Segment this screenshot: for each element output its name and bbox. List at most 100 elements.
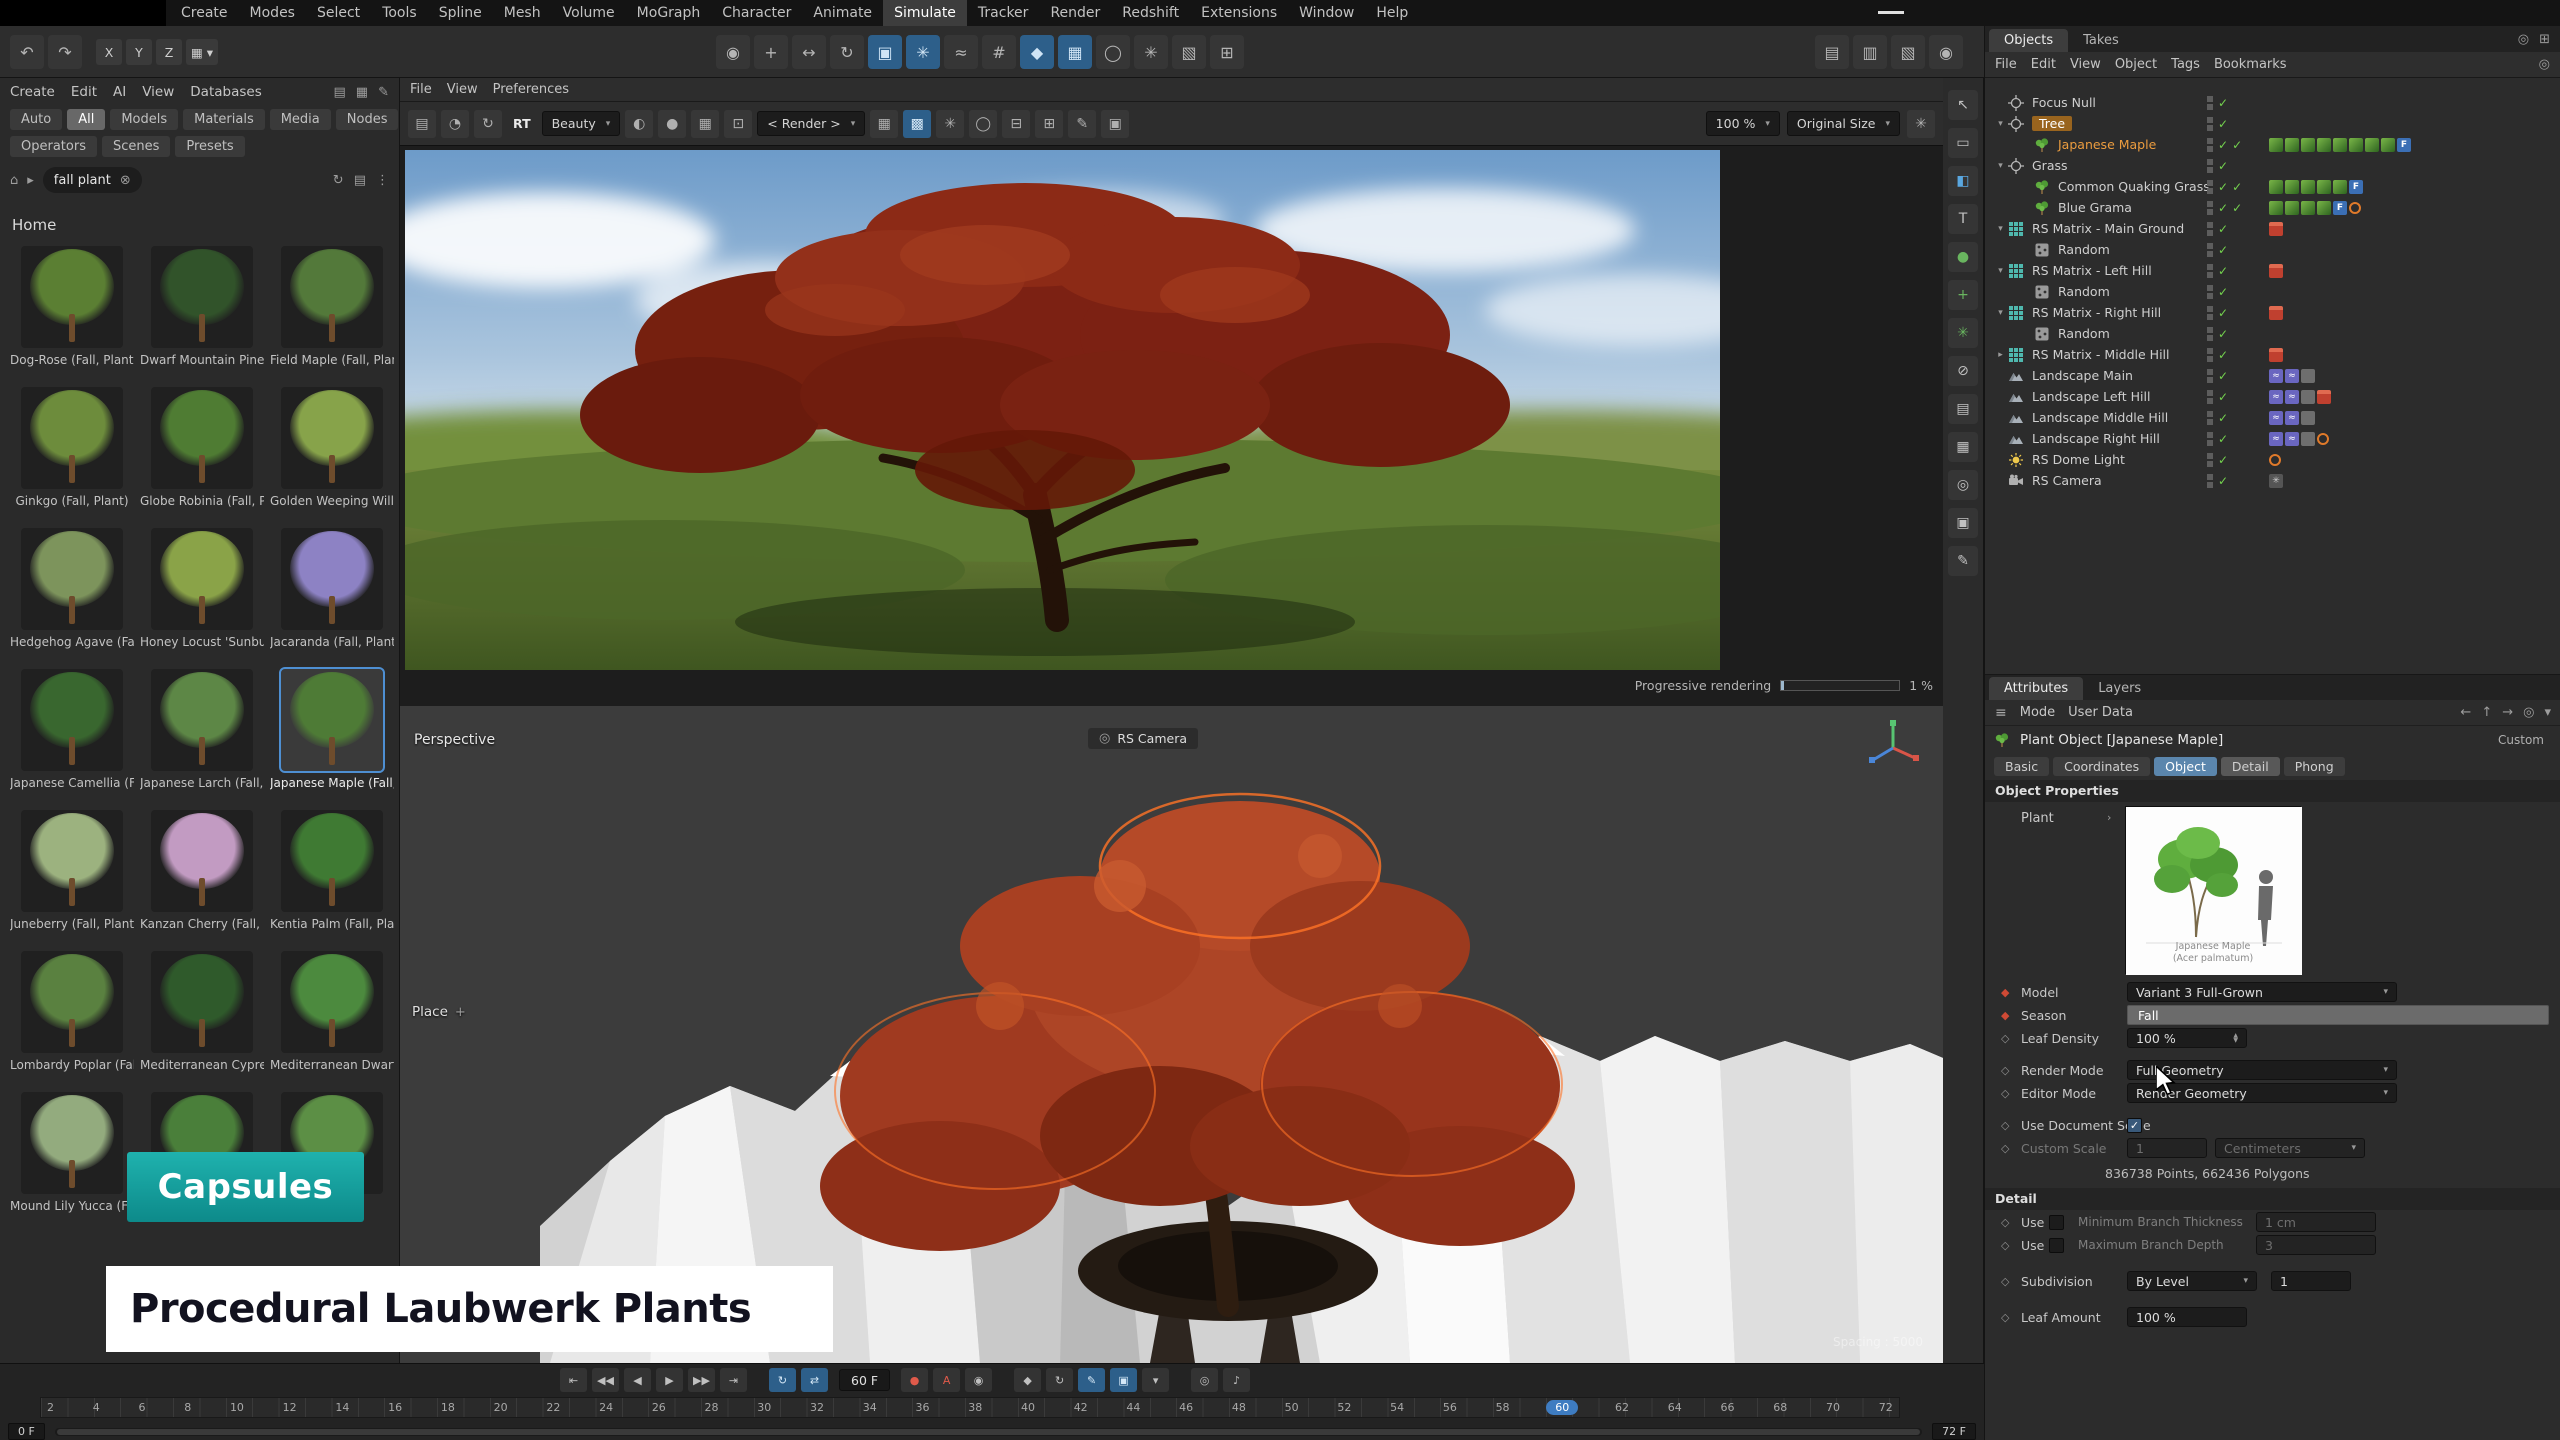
goto-end-button[interactable]: ⇥ (720, 1368, 747, 1392)
view-icon[interactable]: ▣ (1948, 508, 1978, 538)
menu-help[interactable]: Help (1365, 0, 1419, 26)
checker-icon[interactable]: ▩ (903, 110, 931, 138)
ring-tag-icon[interactable] (2317, 433, 2329, 445)
render-settings-icon[interactable]: ✳ (1907, 110, 1935, 138)
grid-icon[interactable]: ▦ (1948, 432, 1978, 462)
rotation-key-button[interactable]: ↻ (1046, 1368, 1073, 1392)
wave-tag-icon[interactable]: ≈ (2269, 390, 2283, 404)
wave-tag-icon[interactable]: ≈ (2269, 432, 2283, 446)
attr-search-icon[interactable]: ◎ (2523, 705, 2534, 720)
object-row[interactable]: ▾RS Matrix - Main Ground✓ (1985, 218, 2560, 239)
dot-tag-icon[interactable] (2301, 411, 2315, 425)
render-menu-file[interactable]: File (410, 82, 432, 97)
cube-tag-icon[interactable] (2269, 264, 2283, 278)
sphere-icon[interactable]: ● (1948, 242, 1978, 272)
frame-tick-56[interactable]: 56 (1441, 1401, 1459, 1414)
custom-button[interactable]: Custom (2498, 733, 2552, 747)
annotate-icon[interactable]: ✎ (1068, 110, 1096, 138)
redo-icon[interactable]: ↷ (48, 35, 82, 69)
lens-icon[interactable]: ◯ (969, 110, 997, 138)
pencil-icon[interactable]: ✎ (1948, 546, 1978, 576)
frame-tick-32[interactable]: 32 (808, 1401, 826, 1414)
asset-thumbnail[interactable] (151, 951, 253, 1053)
enable-check-icon[interactable]: ✓ (2218, 285, 2228, 299)
filter-scenes[interactable]: Scenes (102, 136, 170, 157)
size-dropdown[interactable]: Original Size ▾ (1787, 111, 1900, 136)
snapshot-icon[interactable]: ▣ (1101, 110, 1129, 138)
filter-auto[interactable]: Auto (10, 109, 62, 130)
filter-media[interactable]: Media (270, 109, 331, 130)
color-picker-icon[interactable]: ● (658, 110, 686, 138)
home-icon[interactable]: ⌂ (10, 173, 18, 188)
expand-icon[interactable]: ⊞ (1035, 110, 1063, 138)
asset-item[interactable]: Hedgehog Agave (Fall... (10, 528, 134, 651)
object-label[interactable]: Random (2058, 284, 2110, 299)
marquee-icon[interactable]: ▭ (1948, 128, 1978, 158)
asset-thumbnail[interactable] (21, 387, 123, 489)
menu-redshift[interactable]: Redshift (1111, 0, 1190, 26)
expand-arrow-icon[interactable]: ▾ (1993, 308, 2008, 318)
mode-button[interactable]: Mode (2020, 705, 2055, 720)
object-row[interactable]: ▾Tree✓ (1985, 113, 2560, 134)
object-label[interactable]: RS Matrix - Left Hill (2032, 263, 2152, 278)
frame-tick-66[interactable]: 66 (1719, 1401, 1737, 1414)
object-row[interactable]: Landscape Main✓≈≈ (1985, 365, 2560, 386)
wave-tag-icon[interactable]: ≈ (2285, 390, 2299, 404)
asset-item[interactable]: Lombardy Poplar (Fall... (10, 951, 134, 1074)
tab-coordinates[interactable]: Coordinates (2053, 757, 2150, 776)
layer-dots-icon[interactable] (2207, 305, 2214, 321)
keyframe-diamond-icon[interactable]: ◇ (2001, 1087, 2021, 1100)
tex-tag-icon[interactable] (2317, 180, 2331, 194)
renderer-dropdown[interactable]: < Render > ▾ (757, 111, 865, 136)
tiles-icon[interactable]: ▦ (870, 110, 898, 138)
frame-tick-58[interactable]: 58 (1494, 1401, 1512, 1414)
frame-tick-34[interactable]: 34 (861, 1401, 879, 1414)
frame-tick-62[interactable]: 62 (1613, 1401, 1631, 1414)
gear-tag-icon[interactable]: ✳ (2269, 474, 2283, 488)
asset-item[interactable]: Juneberry (Fall, Plant) (10, 810, 134, 933)
asset-item[interactable]: Japanese Maple (Fall, ... (270, 669, 394, 792)
menu-mograph[interactable]: MoGraph (626, 0, 712, 26)
layer-dots-icon[interactable] (2207, 431, 2214, 447)
tex-tag-icon[interactable] (2285, 201, 2299, 215)
attr-forward-icon[interactable]: → (2502, 705, 2513, 720)
layer-dots-icon[interactable] (2207, 263, 2214, 279)
workplane-icon[interactable]: ⊞ (1210, 35, 1244, 69)
assets-menu-create[interactable]: Create (10, 84, 55, 100)
enable-check-icon[interactable]: ✓ (2218, 432, 2228, 446)
spline-icon[interactable]: ⊘ (1948, 356, 1978, 386)
frame-tick-26[interactable]: 26 (650, 1401, 668, 1414)
tex-tag-icon[interactable] (2285, 180, 2299, 194)
layer-dots-icon[interactable] (2207, 347, 2214, 363)
enable-check-icon[interactable]: ✓ (2218, 390, 2228, 404)
enable-check-icon[interactable]: ✓ (2218, 453, 2228, 467)
prev-frame-button[interactable]: ◀ (624, 1368, 651, 1392)
next-frame-button[interactable]: ▶▶ (688, 1368, 715, 1392)
gear-icon[interactable]: ✳ (1948, 318, 1978, 348)
object-label[interactable]: Common Quaking Grass (2058, 179, 2210, 194)
object-row[interactable]: ▾RS Matrix - Right Hill✓ (1985, 302, 2560, 323)
render-menu-view[interactable]: View (447, 82, 478, 97)
filter-icon[interactable]: ✳ (936, 110, 964, 138)
frame-tick-8[interactable]: 8 (182, 1401, 193, 1414)
cube-tag-icon[interactable] (2269, 306, 2283, 320)
assets-menu-view[interactable]: View (142, 84, 174, 100)
target-icon[interactable]: ◎ (1948, 470, 1978, 500)
object-label[interactable]: Random (2058, 326, 2110, 341)
tab-takes[interactable]: Takes (2068, 29, 2134, 52)
range-start-field[interactable]: 0 F (8, 1423, 45, 1440)
layout-4-icon[interactable]: ◉ (1929, 35, 1963, 69)
asset-thumbnail[interactable] (281, 810, 383, 912)
search-input[interactable]: fall plant ⊗ (43, 167, 142, 193)
menu-icon[interactable]: ≡ (1995, 705, 2007, 721)
frame-tick-54[interactable]: 54 (1388, 1401, 1406, 1414)
layout-1-icon[interactable]: ▤ (1815, 35, 1849, 69)
wave-tag-icon[interactable]: ≈ (2269, 369, 2283, 383)
wave-tag-icon[interactable]: ≈ (2285, 369, 2299, 383)
enable-check-icon[interactable]: ✓ (2218, 159, 2228, 173)
zoom-dropdown[interactable]: 100 % ▾ (1706, 111, 1780, 136)
attr-back-icon[interactable]: ← (2460, 705, 2471, 720)
season-dropdown[interactable]: Fall (2127, 1005, 2549, 1025)
ping-pong-button[interactable]: ⇄ (801, 1368, 828, 1392)
frame-tick-30[interactable]: 30 (755, 1401, 773, 1414)
